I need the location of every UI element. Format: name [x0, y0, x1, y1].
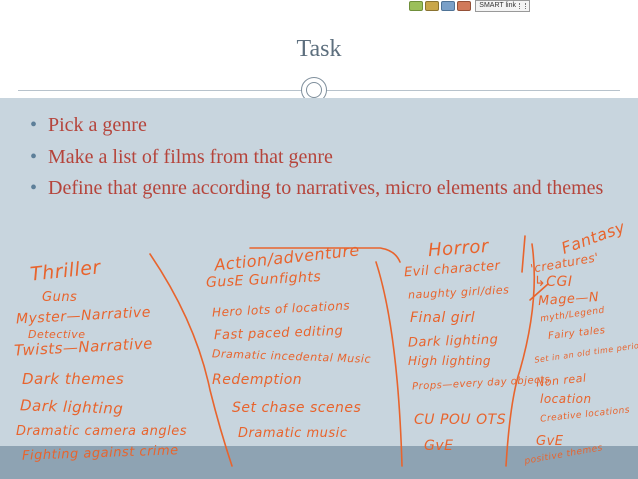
bullet-item: Make a list of films from that genre [28, 144, 618, 170]
horror-item: CU POU OTS [414, 412, 507, 428]
horror-item: Dark lighting [407, 332, 499, 351]
thriller-item: Dark themes [22, 370, 125, 388]
action-item: Set chase scenes [232, 400, 362, 416]
smart-link-label: SMART link [479, 2, 516, 9]
bullet-item: Define that genre according to narrative… [28, 176, 618, 200]
eraser-icon[interactable] [441, 1, 456, 11]
fantasy-item: ↳CGI [534, 274, 573, 290]
horror-item: Final girl [410, 310, 476, 326]
horror-item: GvE [424, 438, 454, 454]
horror-heading: Horror [427, 235, 490, 262]
bullet-item: Pick a genre [28, 112, 618, 138]
grip-icon [519, 3, 526, 9]
bullet-list: Pick a genre Make a list of films from t… [28, 112, 618, 206]
fantasy-item: location [540, 392, 592, 406]
fantasy-item: GvE [536, 434, 564, 449]
action-item: Dramatic music [238, 426, 348, 441]
smart-toolbar: SMART link [409, 0, 530, 12]
action-item: Redemption [212, 372, 303, 388]
thriller-item: Guns [42, 290, 78, 305]
thriller-item: Dark lighting [19, 396, 124, 418]
pen-icon[interactable] [409, 1, 424, 11]
slide-title: Task [296, 36, 342, 62]
smart-link-button[interactable]: SMART link [475, 0, 530, 12]
highlighter-icon[interactable] [425, 1, 440, 11]
shape-icon[interactable] [457, 1, 472, 11]
thriller-item: Dramatic camera angles [16, 424, 187, 439]
toolbar-icons [409, 1, 472, 11]
horror-item: High lighting [408, 354, 492, 368]
